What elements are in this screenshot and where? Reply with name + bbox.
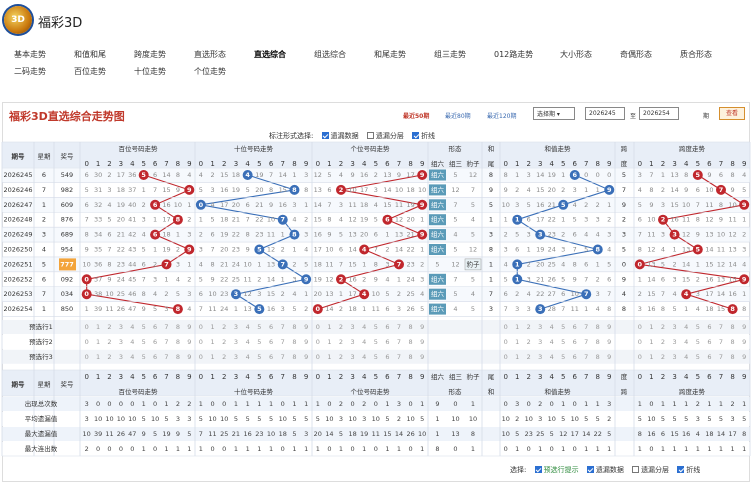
footer-missing-data-label: 遗漏数据 — [595, 466, 624, 474]
to-label: 至 — [630, 113, 637, 120]
nav-item-14[interactable]: 十位走势 — [134, 66, 166, 77]
missing-data-checkbox[interactable] — [321, 132, 329, 139]
nav-item-13[interactable]: 百位走势 — [74, 66, 106, 77]
period-80-link[interactable]: 最近80期 — [445, 111, 471, 120]
missing-layer-checkbox[interactable] — [366, 132, 374, 139]
nav-item-8[interactable]: 012路走势 — [494, 49, 533, 60]
trend-panel: 福彩3D直选综合走势图 最近50期 最近80期 最近120期 选择期 ▾ 202… — [2, 102, 750, 482]
app-title: 福彩3D — [38, 16, 83, 31]
footer-missing-layer-checkbox[interactable] — [632, 466, 640, 473]
period-50-link[interactable]: 最近50期 — [403, 111, 429, 120]
nav-item-0[interactable]: 基本走势 — [14, 49, 46, 60]
footer-options: 选择: 预选行提示 遗漏数据 遗漏分层 折线 — [510, 465, 700, 475]
display-options: 标注形式选择: 遗漏数据 遗漏分层 折线 — [269, 131, 435, 141]
footer-polyline-checkbox[interactable] — [677, 466, 685, 473]
nav-item-7[interactable]: 组三走势 — [434, 49, 466, 60]
nav-item-2[interactable]: 跨度走势 — [134, 49, 166, 60]
app-logo: 3D — [4, 6, 32, 34]
to-period-input[interactable]: 2026254 — [639, 107, 679, 120]
app-header: 3D 福彩3D — [0, 0, 752, 44]
missing-data-label: 遗漏数据 — [330, 132, 359, 140]
nav-item-10[interactable]: 奇偶形态 — [620, 49, 652, 60]
footer-polyline-label: 折线 — [686, 466, 701, 474]
options-label: 标注形式选择: — [269, 132, 314, 140]
footer-label: 选择: — [510, 466, 527, 474]
query-button[interactable]: 查看 — [719, 107, 745, 120]
from-period-input[interactable]: 2026245 — [585, 107, 625, 120]
polyline-checkbox[interactable] — [412, 132, 420, 139]
footer-missing-layer-label: 遗漏分层 — [641, 466, 670, 474]
nav-item-12[interactable]: 二码走势 — [14, 66, 46, 77]
preselect-hint-label: 预选行提示 — [543, 466, 579, 474]
nav-item-6[interactable]: 和尾走势 — [374, 49, 406, 60]
preselect-hint-checkbox[interactable] — [534, 466, 542, 473]
nav-item-3[interactable]: 直选形态 — [194, 49, 226, 60]
period-120-link[interactable]: 最近120期 — [487, 111, 516, 120]
nav-item-1[interactable]: 和值和尾 — [74, 49, 106, 60]
nav-item-15[interactable]: 个位走势 — [194, 66, 226, 77]
nav-item-4[interactable]: 直选综合 — [254, 49, 286, 60]
nav-item-5[interactable]: 组选综合 — [314, 49, 346, 60]
unit-label: 期 — [703, 113, 710, 120]
nav-item-9[interactable]: 大小形态 — [560, 49, 592, 60]
footer-missing-data-checkbox[interactable] — [586, 466, 594, 473]
missing-layer-label: 遗漏分层 — [375, 132, 404, 140]
nav-item-11[interactable]: 质合形态 — [680, 49, 712, 60]
panel-title: 福彩3D直选综合走势图 — [9, 110, 125, 123]
polyline-label: 折线 — [421, 132, 436, 140]
period-select[interactable]: 选择期 ▾ — [533, 107, 575, 120]
